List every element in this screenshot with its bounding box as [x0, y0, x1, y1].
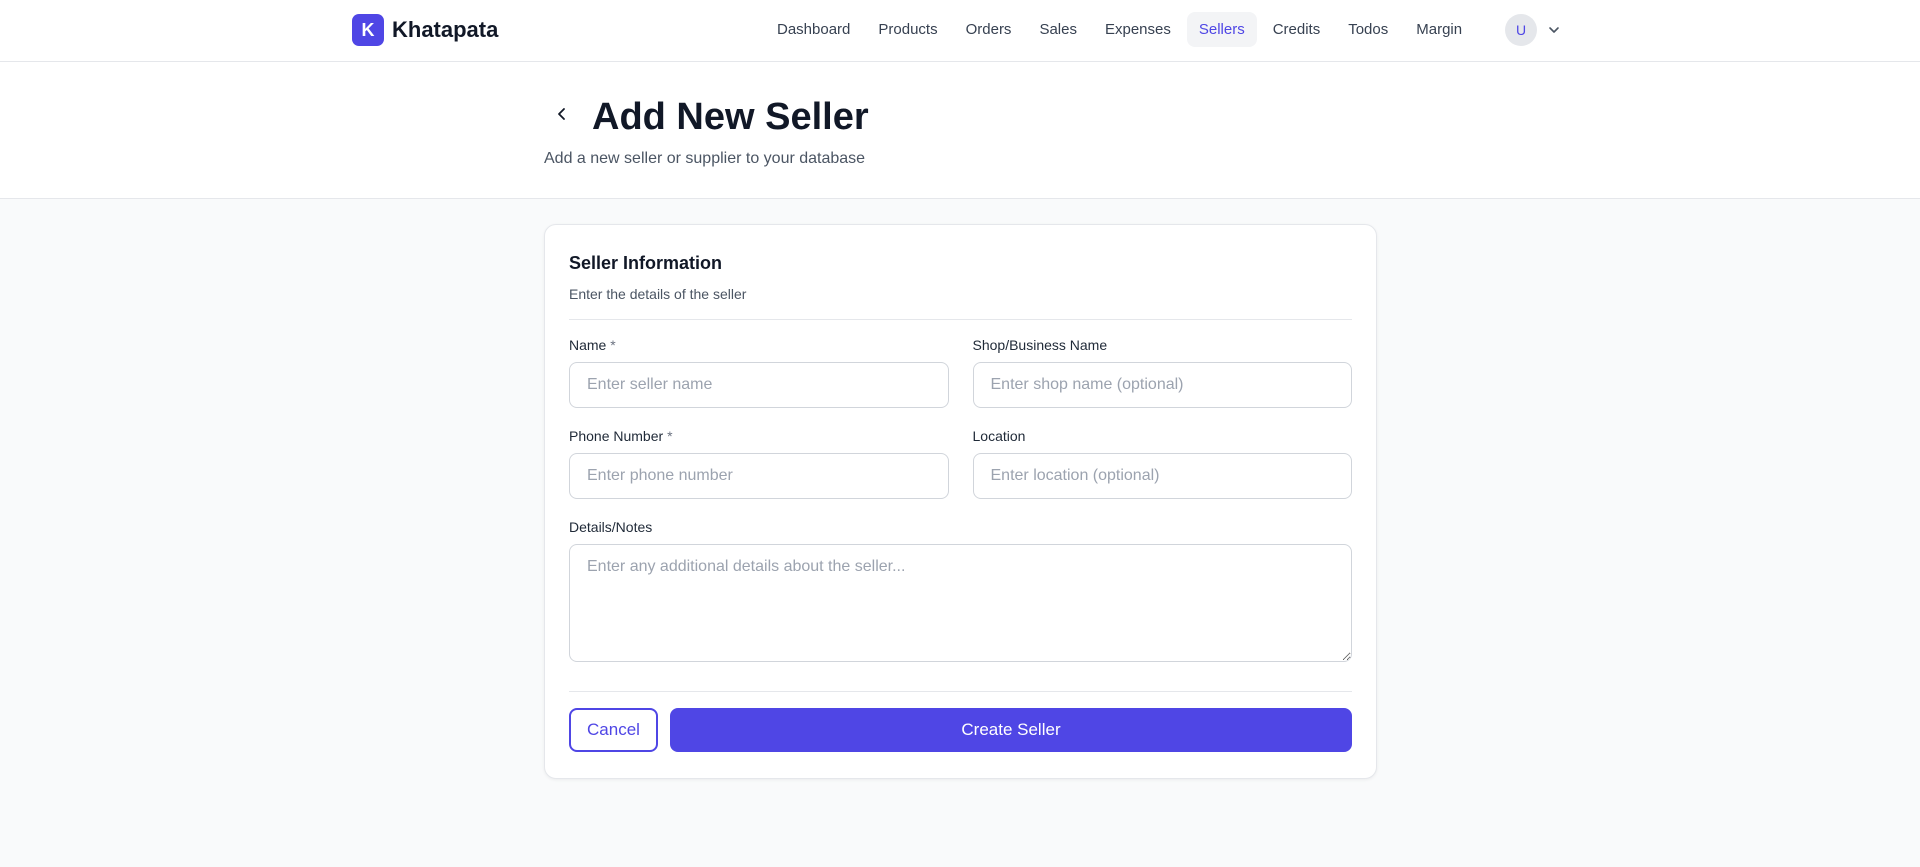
phone-label: Phone Number * — [569, 428, 673, 444]
seller-form-card: Seller Information Enter the details of … — [544, 224, 1377, 779]
nav-item-dashboard[interactable]: Dashboard — [765, 12, 862, 47]
location-input[interactable] — [972, 453, 1352, 499]
user-menu[interactable]: U — [1505, 14, 1561, 46]
notes-textarea[interactable] — [569, 544, 1352, 662]
location-field: Location — [972, 428, 1352, 499]
nav-item-orders[interactable]: Orders — [954, 12, 1024, 47]
location-label: Location — [972, 428, 1026, 444]
nav-item-credits[interactable]: Credits — [1261, 12, 1333, 47]
phone-field: Phone Number * — [569, 428, 949, 499]
brand[interactable]: K Khatapata — [352, 14, 498, 46]
nav-item-todos[interactable]: Todos — [1336, 12, 1400, 47]
shop-name-input[interactable] — [972, 362, 1352, 408]
name-label: Name * — [569, 337, 616, 353]
nav-item-products[interactable]: Products — [866, 12, 949, 47]
name-field: Name * — [569, 337, 949, 408]
chevron-down-icon[interactable] — [1547, 23, 1561, 37]
brand-name: Khatapata — [392, 17, 499, 42]
brand-logo-icon: K — [352, 14, 384, 46]
shop-label: Shop/Business Name — [972, 337, 1108, 353]
main-nav: Dashboard Products Orders Sales Expenses… — [765, 12, 1474, 47]
nav-item-margin[interactable]: Margin — [1404, 12, 1474, 47]
phone-input[interactable] — [569, 453, 949, 499]
required-marker: * — [610, 337, 616, 353]
nav-item-sales[interactable]: Sales — [1027, 12, 1089, 47]
notes-field: Details/Notes — [569, 519, 1352, 667]
page-title: Add New Seller — [592, 96, 869, 138]
notes-label: Details/Notes — [569, 519, 653, 535]
shop-field: Shop/Business Name — [972, 337, 1352, 408]
page-header: Add New Seller Add a new seller or suppl… — [0, 62, 1920, 199]
form-subtitle: Enter the details of the seller — [569, 286, 747, 302]
form-title: Seller Information — [569, 253, 723, 273]
name-input[interactable] — [569, 362, 949, 408]
nav-item-sellers[interactable]: Sellers — [1186, 12, 1257, 47]
cancel-button[interactable]: Cancel — [569, 708, 658, 752]
nav-item-expenses[interactable]: Expenses — [1093, 12, 1183, 47]
top-navbar: K Khatapata Dashboard Products Orders Sa… — [0, 0, 1920, 62]
avatar[interactable]: U — [1505, 14, 1537, 46]
page-subtitle: Add a new seller or supplier to your dat… — [544, 150, 866, 167]
required-marker: * — [667, 428, 673, 444]
create-seller-button[interactable]: Create Seller — [670, 708, 1352, 752]
form-actions: Cancel Create Seller — [569, 708, 1352, 752]
divider — [569, 319, 1352, 320]
divider — [569, 691, 1352, 692]
